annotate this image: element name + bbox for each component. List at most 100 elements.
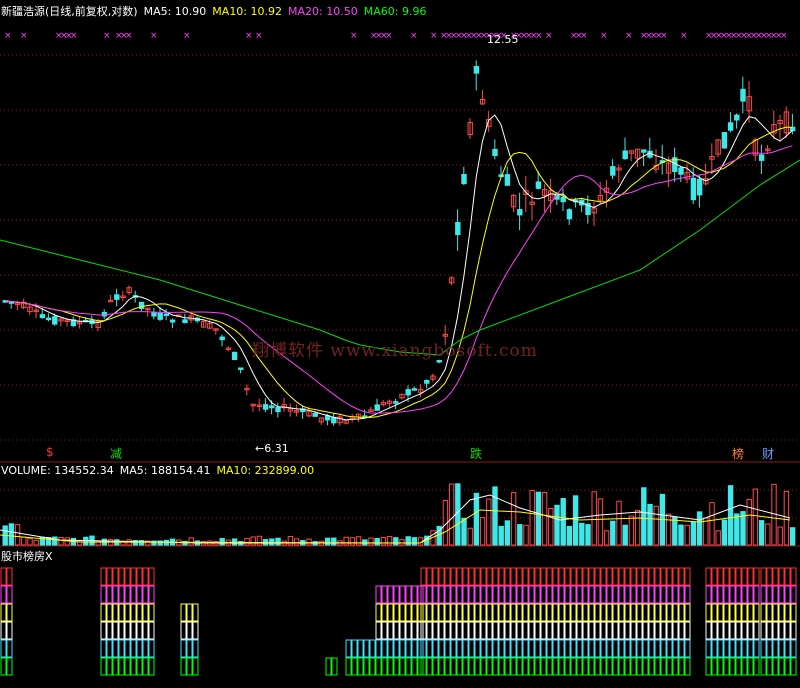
indicator-box	[606, 567, 613, 586]
indicator-box	[528, 639, 535, 658]
indicator-box	[136, 585, 143, 604]
indicator-box	[666, 657, 673, 676]
indicator-box	[747, 621, 754, 640]
indicator-box	[345, 639, 352, 658]
volume-bar	[634, 509, 641, 546]
indicator-box	[666, 639, 673, 658]
indicator-box	[142, 603, 149, 622]
indicator-box	[112, 567, 119, 586]
indicator-box	[100, 657, 107, 676]
indicator-box	[438, 603, 445, 622]
volume-bar	[269, 538, 275, 546]
volume-bar	[653, 505, 659, 546]
volume-bar	[188, 537, 194, 546]
volume-bar	[287, 536, 294, 546]
volume-bar	[256, 535, 263, 546]
indicator-box	[186, 657, 193, 676]
indicator-box	[600, 567, 607, 586]
indicator-box	[393, 603, 400, 622]
indicator-box	[624, 639, 631, 658]
indicator-box	[534, 567, 541, 586]
candle-body	[690, 177, 697, 201]
indicator-box	[760, 657, 767, 676]
candle-body	[504, 174, 511, 186]
indicator-box	[534, 657, 541, 676]
indicator-box	[387, 603, 394, 622]
indicator-box	[790, 585, 797, 604]
volume-bar	[647, 503, 653, 546]
volume-bar	[616, 500, 622, 546]
indicator-box	[534, 621, 541, 640]
indicator-box	[405, 621, 412, 640]
x-marker: ×	[150, 31, 158, 41]
indicator-box	[420, 567, 427, 586]
indicator-box	[558, 603, 565, 622]
indicator-box	[528, 621, 535, 640]
indicator-box	[130, 585, 137, 604]
candle-body	[411, 388, 418, 391]
candle-body	[114, 294, 120, 300]
indicator-box	[393, 621, 400, 640]
indicator-box	[600, 657, 607, 676]
indicator-box	[399, 585, 406, 604]
indicator-box	[486, 657, 493, 676]
indicator-box	[660, 585, 667, 604]
volume-bar	[14, 524, 21, 546]
indicator-box	[411, 603, 418, 622]
indicator-box	[705, 621, 712, 640]
volume-bar	[386, 536, 393, 546]
indicator-box	[678, 657, 685, 676]
indicator-box	[444, 585, 451, 604]
indicator-box	[672, 621, 679, 640]
indicator-box	[684, 621, 691, 640]
indicator-box	[142, 585, 149, 604]
indicator-box	[741, 657, 748, 676]
indicator-box	[381, 585, 388, 604]
candle-body	[275, 407, 281, 413]
indicator-box	[624, 585, 631, 604]
indicator-box	[723, 585, 730, 604]
indicator-box	[405, 657, 412, 676]
candle-body	[39, 314, 46, 319]
indicator-box	[112, 585, 119, 604]
x-marker: ×	[125, 31, 133, 41]
indicator-box	[790, 621, 797, 640]
indicator-box	[636, 585, 643, 604]
indicator-box	[438, 639, 445, 658]
indicator-box	[540, 567, 547, 586]
indicator-box	[393, 639, 400, 658]
indicator-box	[570, 639, 577, 658]
indicator-box	[462, 657, 469, 676]
indicator-box	[492, 639, 499, 658]
indicator-box	[375, 621, 382, 640]
indicator-box	[711, 567, 718, 586]
indicator-box	[130, 567, 137, 586]
indicator-box	[747, 603, 754, 622]
indicator-box	[648, 621, 655, 640]
indicator-box	[630, 603, 637, 622]
indicator-box	[564, 621, 571, 640]
indicator-box	[393, 657, 400, 676]
indicator-box	[432, 621, 439, 640]
indicator-box	[624, 657, 631, 676]
high-price-label: 12.55	[487, 33, 519, 46]
indicator-box	[594, 657, 601, 676]
indicator-box	[192, 603, 199, 622]
indicator-box	[558, 585, 565, 604]
volume-bar	[411, 537, 418, 546]
indicator-box	[136, 621, 143, 640]
indicator-box	[522, 621, 529, 640]
signal-cai: 财	[762, 447, 775, 461]
indicator-box	[594, 639, 601, 658]
indicator-box	[546, 657, 553, 676]
indicator-box	[136, 567, 143, 586]
indicator-box	[705, 639, 712, 658]
indicator-box	[498, 585, 505, 604]
indicator-box	[772, 657, 779, 676]
indicator-box	[729, 603, 736, 622]
indicator-box	[522, 567, 529, 586]
indicator-box	[630, 585, 637, 604]
indicator-box	[474, 585, 481, 604]
indicator-box	[411, 621, 418, 640]
indicator-box	[778, 585, 785, 604]
